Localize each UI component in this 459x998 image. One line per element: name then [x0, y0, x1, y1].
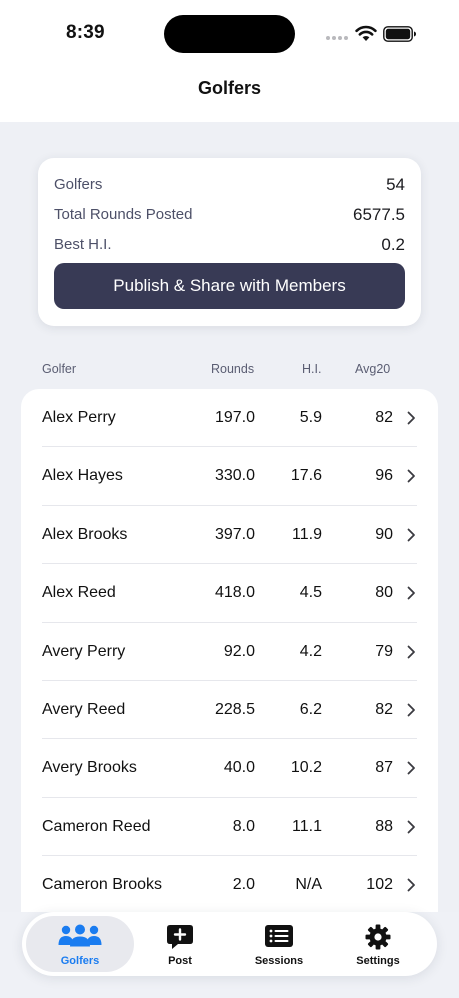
golfer-name: Cameron Brooks: [42, 876, 163, 894]
golfer-avg20: 88: [375, 817, 393, 835]
golfer-row[interactable]: Alex Hayes 330.0 17.6 96: [21, 447, 438, 506]
column-header-avg20: Avg20: [355, 362, 391, 376]
golfer-avg20: 90: [375, 525, 393, 543]
golfer-row[interactable]: Alex Reed 418.0 4.5 80: [21, 564, 438, 623]
golfer-hi: 17.6: [290, 467, 322, 485]
status-bar: 8:39: [0, 0, 459, 64]
golfer-avg20: 87: [375, 759, 393, 777]
golfer-rounds: 92.0: [223, 642, 255, 660]
golfer-rounds: 397.0: [214, 525, 255, 543]
chevron-right-icon: [407, 411, 415, 425]
summary-card: Golfers 54 Total Rounds Posted 6577.5 Be…: [38, 158, 421, 326]
golfer-rounds: 418.0: [214, 584, 255, 602]
chevron-right-icon: [407, 761, 415, 775]
tab-post[interactable]: Post: [138, 916, 222, 972]
tab-label: Sessions: [254, 955, 304, 967]
golfer-name: Avery Perry: [42, 642, 126, 660]
chevron-right-icon: [407, 645, 415, 658]
column-headers: Golfer Rounds H.I. Avg20: [0, 362, 459, 380]
golfer-row[interactable]: Avery Reed 228.5 6.2 82: [21, 681, 438, 740]
summary-value: 6577.5: [353, 205, 405, 224]
golfer-name: Alex Perry: [42, 409, 116, 426]
column-header-rounds: Rounds: [211, 362, 255, 376]
wifi-icon: [355, 25, 377, 41]
chevron-right-icon: [407, 703, 415, 717]
chevron-right-icon: [407, 878, 415, 892]
summary-row-golfers: Golfers 54: [54, 175, 405, 198]
golfer-name: Alex Hayes: [42, 467, 123, 485]
publish-share-button[interactable]: Publish & Share with Members: [54, 263, 405, 309]
dynamic-island: [164, 15, 295, 53]
golfer-hi: 11.1: [292, 817, 322, 835]
summary-label: Golfers: [54, 176, 103, 193]
summary-row-best-hi: Best H.I. 0.2: [54, 235, 405, 258]
golfer-avg20: 82: [375, 701, 393, 718]
golfer-row[interactable]: Cameron Brooks 2.0 N/A 102: [21, 856, 438, 914]
tab-label: Golfers: [60, 955, 100, 967]
golfer-avg20: 79: [375, 642, 393, 660]
golfer-rounds: 228.5: [214, 701, 255, 718]
list-icon: [265, 925, 293, 947]
tab-bar: Golfers Post Sessions Settings: [22, 912, 437, 976]
golfer-row[interactable]: Avery Perry 92.0 4.2 79: [21, 623, 438, 681]
summary-label: Total Rounds Posted: [54, 206, 193, 223]
golfer-name: Cameron Reed: [42, 817, 151, 835]
golfer-row[interactable]: Alex Brooks 397.0 11.9 90: [21, 506, 438, 565]
tab-golfers[interactable]: Golfers: [26, 916, 134, 972]
golfer-rounds: 330.0: [214, 467, 255, 485]
chevron-right-icon: [407, 528, 415, 542]
golfer-list: Alex Perry 197.0 5.9 82 Alex Hayes 330.0…: [21, 389, 438, 998]
tab-label: Settings: [356, 955, 400, 967]
chevron-right-icon: [407, 586, 415, 600]
tab-label: Post: [168, 955, 192, 967]
battery-icon: [383, 26, 416, 42]
summary-value: 54: [386, 175, 405, 194]
golfer-avg20: 102: [366, 876, 393, 894]
people-icon: [58, 924, 102, 947]
cellular-signal-icon: [326, 36, 350, 41]
golfer-avg20: 80: [375, 584, 393, 602]
golfer-rounds: 2.0: [232, 876, 255, 894]
chevron-right-icon: [407, 469, 415, 483]
golfer-row[interactable]: Avery Brooks 40.0 10.2 87: [21, 739, 438, 798]
summary-label: Best H.I.: [54, 236, 112, 253]
golfer-rounds: 197.0: [214, 409, 255, 426]
golfer-hi: 5.9: [299, 409, 322, 426]
chevron-right-icon: [407, 820, 415, 834]
column-header-hi: H.I.: [302, 362, 322, 376]
post-icon: [167, 925, 193, 949]
golfer-avg20: 96: [375, 467, 393, 485]
summary-row-total-rounds: Total Rounds Posted 6577.5: [54, 205, 405, 228]
golfer-name: Alex Reed: [42, 584, 116, 602]
status-time: 8:39: [66, 22, 105, 43]
screen: 8:39 Golfers Golfers 54 Total Rounds Pos…: [0, 0, 459, 998]
tab-settings[interactable]: Settings: [334, 916, 422, 972]
golfer-hi: 4.5: [299, 584, 322, 602]
tab-sessions[interactable]: Sessions: [232, 916, 326, 972]
gear-icon: [365, 924, 391, 950]
golfer-hi: 6.2: [299, 701, 322, 718]
golfer-name: Alex Brooks: [42, 525, 128, 543]
golfer-row[interactable]: Cameron Reed 8.0 11.1 88: [21, 798, 438, 857]
top-bar: 8:39 Golfers: [0, 0, 459, 122]
golfer-row[interactable]: Alex Perry 197.0 5.9 82: [21, 389, 438, 448]
golfer-name: Avery Brooks: [42, 759, 137, 777]
golfer-rounds: 8.0: [232, 817, 255, 835]
golfer-name: Avery Reed: [42, 701, 126, 718]
golfer-avg20: 82: [375, 409, 393, 426]
golfer-rounds: 40.0: [223, 759, 255, 777]
column-header-golfer: Golfer: [42, 362, 77, 376]
summary-value: 0.2: [381, 235, 405, 254]
golfer-hi: 10.2: [290, 759, 322, 777]
page-title: Golfers: [197, 78, 262, 98]
golfer-hi: N/A: [295, 876, 322, 894]
golfer-hi: 4.2: [299, 642, 322, 660]
golfer-hi: 11.9: [292, 525, 322, 543]
